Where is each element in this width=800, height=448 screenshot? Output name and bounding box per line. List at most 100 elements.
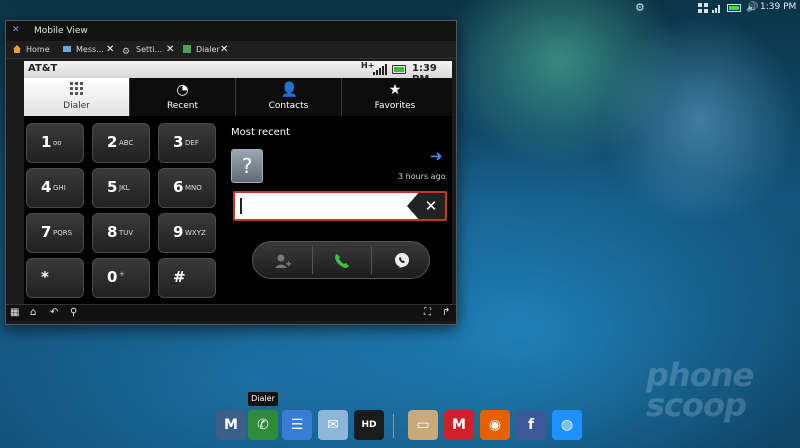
key-5-letters: JKL [119,184,130,192]
email-app-icon[interactable]: ✉ [318,410,348,440]
key-hash[interactable]: # [158,258,216,298]
phone-handset-icon [334,253,349,268]
tab-favorites[interactable]: ★ Favorites [342,78,448,116]
key-4[interactable]: 4 GHI [26,168,84,208]
key-7[interactable]: 7 PQRS [26,213,84,253]
fullscreen-icon[interactable]: ⛶ [424,307,431,319]
tab-contacts[interactable]: 👤 Contacts [236,78,342,116]
key-9-digit: 9 [173,223,184,241]
phone-number-input[interactable]: ✕ [233,191,447,221]
key-hash-digit: # [173,268,186,286]
dialer-icon [183,45,191,53]
key-6[interactable]: 6 MNO [158,168,216,208]
key-star-digit: * [41,268,49,286]
motorola-app-icon[interactable]: M [444,410,474,440]
taskbar-dock: M ✆ ☰ ✉ HD ▭ M ◉ f ◍ [200,410,600,448]
firefox-app-icon[interactable]: ◉ [480,410,510,440]
key-2[interactable]: 2 ABC [92,123,150,163]
keypad-icon [69,82,85,98]
key-7-digit: 7 [41,223,52,241]
system-clock: 1:39 PM [760,2,797,12]
back-icon[interactable]: ↶ [50,307,58,319]
home-nav-icon[interactable]: ⌂ [30,307,36,319]
tab-settings-close-icon[interactable]: ✕ [166,43,174,57]
mobile-view-window: ✕ Mobile View Home Mess... ✕ ⚙ Setti... ✕… [5,20,457,325]
key-3-digit: 3 [173,133,184,151]
signal-icon [712,5,720,13]
tab-settings-label: Setti... [136,45,163,54]
att-app-icon[interactable]: ◍ [552,410,582,440]
key-4-digit: 4 [41,178,52,196]
tab-contacts-label: Contacts [268,101,309,111]
window-nav-bar: ▦ ⌂ ↶ ⚲ ⛶ ↱ [6,304,456,321]
grid-icon[interactable] [698,3,708,13]
window-tab-strip: Home Mess... ✕ ⚙ Setti... ✕ Dialer ✕ [6,41,456,59]
dock-separator [393,414,394,438]
hd-app-icon[interactable]: HD [354,410,384,440]
tab-dialer[interactable]: Dialer ✕ [182,43,228,57]
key-3[interactable]: 3 DEF [158,123,216,163]
key-2-letters: ABC [119,139,134,147]
unknown-contact-avatar[interactable]: ? [231,149,263,183]
window-icon: ✕ [12,25,20,35]
battery-icon [727,4,741,12]
settings-icon: ⚙ [122,47,131,57]
backspace-icon: ✕ [424,197,438,215]
facebook-app-icon[interactable]: f [516,410,546,440]
recent-icon: ◔ [176,82,189,98]
backspace-button[interactable]: ✕ [407,193,445,219]
key-8-digit: 8 [107,223,118,241]
tab-dialer-close-icon[interactable]: ✕ [220,43,228,57]
key-8[interactable]: 8 TUV [92,213,150,253]
tab-favorites-label: Favorites [374,101,416,111]
recent-call-time: 3 hours ago [398,172,446,181]
call-action-bar [252,241,430,279]
key-1-digit: 1 [41,133,52,151]
tab-dialer-page-label: Dialer [63,101,90,111]
tab-dialer-page[interactable]: Dialer [24,78,130,116]
key-0[interactable]: 0 + [92,258,150,298]
gear-icon[interactable]: ⚙ [635,2,645,14]
key-9[interactable]: 9 WXYZ [158,213,216,253]
key-star[interactable]: * [26,258,84,298]
tab-messaging[interactable]: Mess... ✕ [62,43,114,57]
folder-app-icon[interactable]: ▭ [408,410,438,440]
phone-app-icon[interactable]: M [216,410,246,440]
arrow-right-icon[interactable]: ➜ [430,147,443,165]
phone-signal-icon [373,64,387,75]
tab-recent[interactable]: ◔ Recent [130,78,236,116]
key-6-letters: MNO [185,184,202,192]
tab-settings[interactable]: ⚙ Setti... ✕ [122,43,174,57]
voicemail-button[interactable] [372,242,431,278]
key-5[interactable]: 5 JKL [92,168,150,208]
apps-grid-icon[interactable]: ▦ [10,307,19,319]
key-7-letters: PQRS [53,229,73,237]
tab-messaging-close-icon[interactable]: ✕ [106,43,114,57]
dialer-app-icon[interactable]: ✆ [248,410,278,440]
key-9-letters: WXYZ [185,229,206,237]
contacts-app-icon[interactable]: ☰ [282,410,312,440]
volume-icon[interactable]: 🔊 [746,2,758,14]
phone-status-bar: AT&T H+ 1:39 PM [24,61,452,85]
tab-home-label: Home [26,45,50,54]
window-title: Mobile View [34,26,88,36]
phone-battery-icon [392,65,406,74]
most-recent-label: Most recent [231,127,291,138]
rotate-icon[interactable]: ↱ [442,307,450,319]
key-3-letters: DEF [185,139,199,147]
carrier-label: AT&T [28,63,58,74]
window-titlebar[interactable]: ✕ Mobile View [6,21,456,41]
tab-messaging-label: Mess... [76,45,104,54]
key-0-digit: 0 [107,268,118,286]
key-8-letters: TUV [119,229,134,237]
key-1[interactable]: 1 oo [26,123,84,163]
key-0-letters: + [119,270,125,278]
key-5-digit: 5 [107,178,118,196]
dialer-tab-bar: Dialer ◔ Recent 👤 Contacts ★ Favorites [24,78,452,116]
call-button[interactable] [312,242,371,278]
search-icon[interactable]: ⚲ [70,307,77,319]
phone-screen: AT&T H+ 1:39 PM Dialer [24,61,452,319]
contacts-icon: 👤 [280,82,298,98]
add-contact-button[interactable] [253,242,312,278]
tab-home[interactable]: Home [12,43,50,57]
